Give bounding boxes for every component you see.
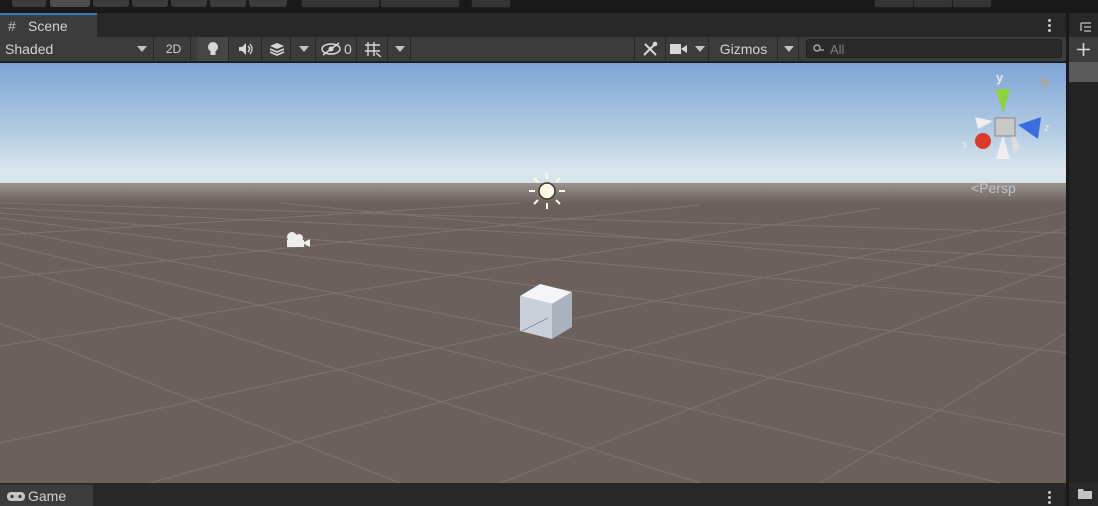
plus-icon <box>1077 43 1090 56</box>
audio-toggle-button[interactable] <box>230 37 262 61</box>
folder-icon <box>1078 489 1092 499</box>
search-icon <box>813 44 824 52</box>
lighting-toggle-button[interactable] <box>197 37 229 61</box>
rect-tool-button[interactable] <box>171 0 207 7</box>
effects-icon <box>269 43 284 56</box>
scrollbar-thumb[interactable] <box>1069 62 1098 82</box>
move-tool-button[interactable] <box>50 0 90 7</box>
play-button[interactable] <box>471 0 511 8</box>
chevron-down-icon <box>298 46 309 52</box>
chevron-down-icon <box>394 46 405 52</box>
gizmo-y-label: y <box>996 70 1004 85</box>
account-button[interactable] <box>952 0 992 8</box>
camera-settings-button[interactable] <box>667 37 709 61</box>
lightbulb-icon <box>207 42 218 55</box>
grid-snap-button[interactable] <box>358 37 388 61</box>
scene-tab-bar <box>0 13 1066 37</box>
chevron-down-icon <box>783 46 794 52</box>
tab-game-label: Game <box>28 488 67 504</box>
grid-snap-icon <box>364 42 381 57</box>
projection-label: Persp <box>979 180 1016 196</box>
gizmos-label: Gizmos <box>719 41 768 57</box>
gizmos-toggle-button[interactable]: Gizmos <box>710 37 778 61</box>
effects-toggle-button[interactable] <box>263 37 291 61</box>
tab-game[interactable]: Game <box>0 485 93 506</box>
scene-search-input[interactable]: All <box>806 39 1062 58</box>
hand-tool-button[interactable] <box>12 0 46 7</box>
layers-button[interactable] <box>874 0 914 8</box>
shading-mode-dropdown[interactable]: Shaded <box>0 37 154 61</box>
kebab-menu-icon[interactable] <box>1048 19 1052 34</box>
rotate-tool-button[interactable] <box>93 0 129 7</box>
transform-tool-button[interactable] <box>210 0 246 7</box>
2d-toggle-button[interactable]: 2D <box>157 37 191 61</box>
kebab-menu-icon[interactable] <box>1048 491 1052 506</box>
scale-tool-button[interactable] <box>132 0 168 7</box>
tab-scene-label: Scene <box>28 18 68 34</box>
main-toolbar-strip <box>0 0 1098 9</box>
audio-icon <box>238 43 253 55</box>
grid-icon: # <box>8 18 16 34</box>
hierarchy-icon[interactable] <box>1080 20 1092 35</box>
scene-viewport[interactable]: y z x <box>0 63 1066 483</box>
scene-render <box>0 63 1066 483</box>
game-tab-bar <box>0 483 1066 506</box>
grid-dropdown-button[interactable] <box>389 37 411 61</box>
directional-light-icon <box>529 173 565 209</box>
tools-icon <box>643 41 658 56</box>
camera-icon <box>670 44 688 54</box>
global-toggle-button[interactable] <box>380 0 460 8</box>
hidden-count: 0 <box>344 41 352 57</box>
gizmos-dropdown-button[interactable] <box>779 37 799 61</box>
layout-button[interactable] <box>913 0 953 8</box>
shading-mode-label: Shaded <box>5 41 54 57</box>
search-placeholder: All <box>830 42 845 57</box>
tab-scene[interactable]: # Scene <box>0 13 97 37</box>
pivot-toggle-button[interactable] <box>301 0 380 8</box>
gamepad-icon <box>7 492 25 501</box>
chevron-down-icon <box>694 46 705 52</box>
visibility-icon <box>321 42 341 56</box>
projection-toggle[interactable]: <Persp <box>971 180 1016 196</box>
chevron-down-icon <box>137 46 147 52</box>
gizmo-z-label: z <box>1044 122 1050 134</box>
custom-tool-button[interactable] <box>249 0 287 7</box>
effects-dropdown-button[interactable] <box>292 37 316 61</box>
gizmo-x-label: x <box>962 139 968 151</box>
visibility-toggle-button[interactable]: 0 <box>317 37 357 61</box>
tools-button[interactable] <box>634 37 666 61</box>
add-button[interactable] <box>1069 37 1098 62</box>
right-panel-body <box>1069 82 1098 483</box>
project-tab[interactable] <box>1069 483 1098 506</box>
2d-label: 2D <box>165 42 182 56</box>
cube-object <box>520 284 572 339</box>
